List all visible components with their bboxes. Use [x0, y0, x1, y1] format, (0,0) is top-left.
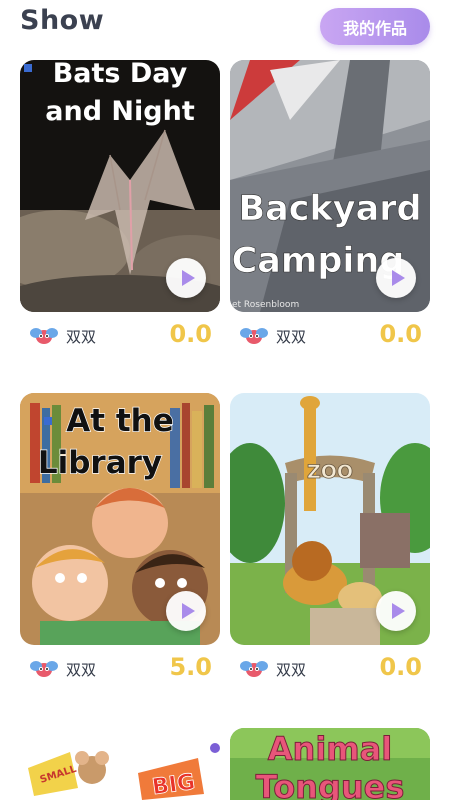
avatar: [30, 661, 58, 677]
score: 0.0: [169, 320, 212, 348]
score: 0.0: [379, 320, 422, 348]
user-name: 双双: [66, 328, 97, 346]
book-meta: 双双 5.0: [20, 653, 220, 685]
cover-title-line1: Animal: [268, 730, 392, 768]
book-cover-library[interactable]: At the Library: [20, 393, 220, 645]
cover-title-line1: Backyard: [238, 189, 421, 229]
my-works-button[interactable]: 我的作品: [320, 8, 430, 45]
book-cover-bats[interactable]: Bats Day and Night: [20, 60, 220, 312]
cover-title-line1: Bats Day: [53, 60, 188, 89]
book-meta: 双双 0.0: [230, 653, 430, 685]
book-meta: 双双 0.0: [230, 320, 430, 352]
book-cover-zoo[interactable]: ZOO: [230, 393, 430, 645]
page-title: Show: [20, 5, 105, 36]
user-name: 双双: [66, 661, 97, 679]
play-button[interactable]: [376, 258, 416, 298]
score: 0.0: [379, 653, 422, 681]
header: Show 我的作品: [0, 0, 450, 56]
play-icon: [391, 270, 405, 286]
avatar: [240, 328, 268, 344]
author-credit: et Rosenbloom: [232, 300, 299, 310]
avatar: [30, 328, 58, 344]
play-button[interactable]: [166, 258, 206, 298]
play-button[interactable]: [376, 591, 416, 631]
cover-title-line2: Tongues: [256, 768, 405, 800]
user-name: 双双: [276, 328, 307, 346]
avatar: [240, 661, 268, 677]
book-cover-small-big[interactable]: SMALL BIG: [20, 728, 220, 800]
cover-title-line2: and Night: [45, 96, 195, 127]
book-cover-animal-tongues[interactable]: Animal Tongues: [230, 728, 430, 800]
play-button[interactable]: [166, 591, 206, 631]
play-icon: [391, 603, 405, 619]
book-cover-camping[interactable]: Backyard Camping et Rosenbloom: [230, 60, 430, 312]
play-icon: [181, 270, 195, 286]
score: 5.0: [169, 653, 212, 681]
cover-title-line1: At the: [66, 403, 174, 439]
play-icon: [181, 603, 195, 619]
book-meta: 双双 0.0: [20, 320, 220, 352]
zoo-sign: ZOO: [307, 461, 353, 483]
cover-title-line2: Library: [38, 445, 162, 481]
user-name: 双双: [276, 661, 307, 679]
